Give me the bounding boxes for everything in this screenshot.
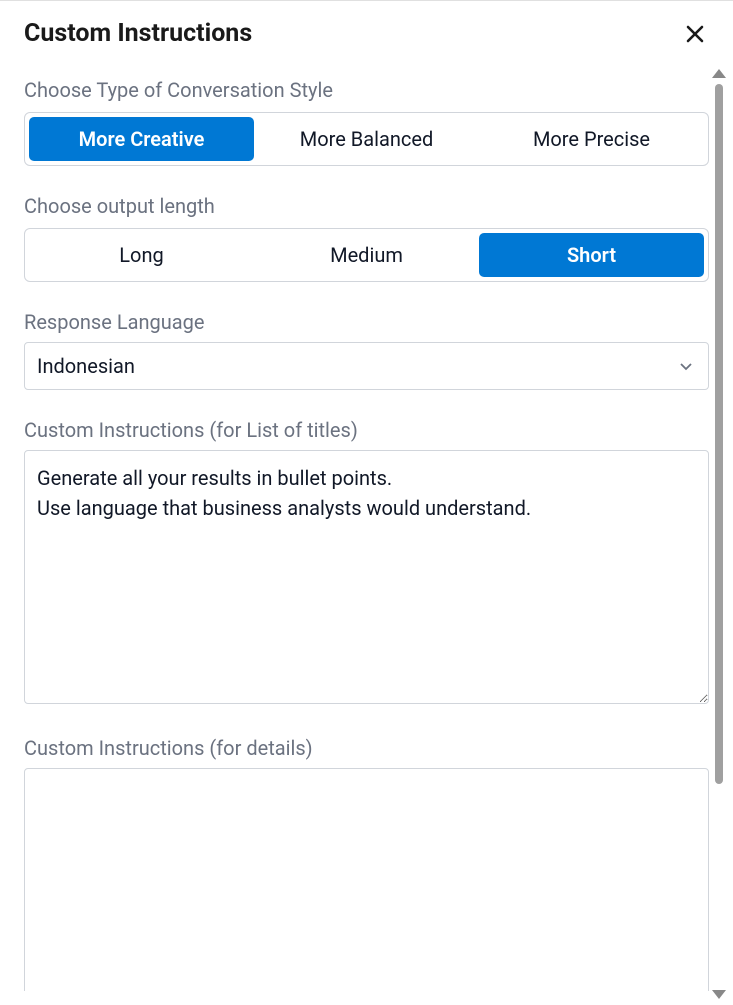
section-conversation-style: Choose Type of Conversation Style More C… <box>24 78 709 166</box>
option-more-creative[interactable]: More Creative <box>29 117 254 161</box>
option-short[interactable]: Short <box>479 233 704 277</box>
select-response-language[interactable]: Indonesian <box>24 342 709 390</box>
label-instructions-titles: Custom Instructions (for List of titles) <box>24 418 709 442</box>
scroll-track[interactable] <box>715 84 723 984</box>
close-icon <box>686 25 704 43</box>
option-long[interactable]: Long <box>29 233 254 277</box>
segmented-conversation-style: More Creative More Balanced More Precise <box>24 112 709 166</box>
label-instructions-details: Custom Instructions (for details) <box>24 736 709 760</box>
label-output-length: Choose output length <box>24 194 709 218</box>
section-instructions-details: Custom Instructions (for details) <box>24 736 709 991</box>
option-more-precise[interactable]: More Precise <box>479 117 704 161</box>
section-output-length: Choose output length Long Medium Short <box>24 194 709 282</box>
dialog-title: Custom Instructions <box>24 19 252 48</box>
scroll-up-arrow-icon[interactable] <box>712 69 726 78</box>
chevron-down-icon <box>676 356 696 376</box>
dialog-header: Custom Instructions <box>0 1 733 56</box>
option-more-balanced[interactable]: More Balanced <box>254 117 479 161</box>
textarea-instructions-details[interactable] <box>24 768 709 991</box>
label-response-language: Response Language <box>24 310 709 334</box>
scroll-thumb[interactable] <box>715 84 723 784</box>
label-conversation-style: Choose Type of Conversation Style <box>24 78 709 102</box>
textarea-instructions-titles[interactable] <box>24 450 709 704</box>
option-medium[interactable]: Medium <box>254 233 479 277</box>
segmented-output-length: Long Medium Short <box>24 228 709 282</box>
select-value: Indonesian <box>37 354 135 378</box>
scroll-down-arrow-icon[interactable] <box>712 990 726 999</box>
section-instructions-titles: Custom Instructions (for List of titles) <box>24 418 709 708</box>
dialog-body: Choose Type of Conversation Style More C… <box>0 56 733 991</box>
section-response-language: Response Language Indonesian <box>24 310 709 390</box>
close-button[interactable] <box>681 20 709 48</box>
scrollbar <box>711 69 727 999</box>
